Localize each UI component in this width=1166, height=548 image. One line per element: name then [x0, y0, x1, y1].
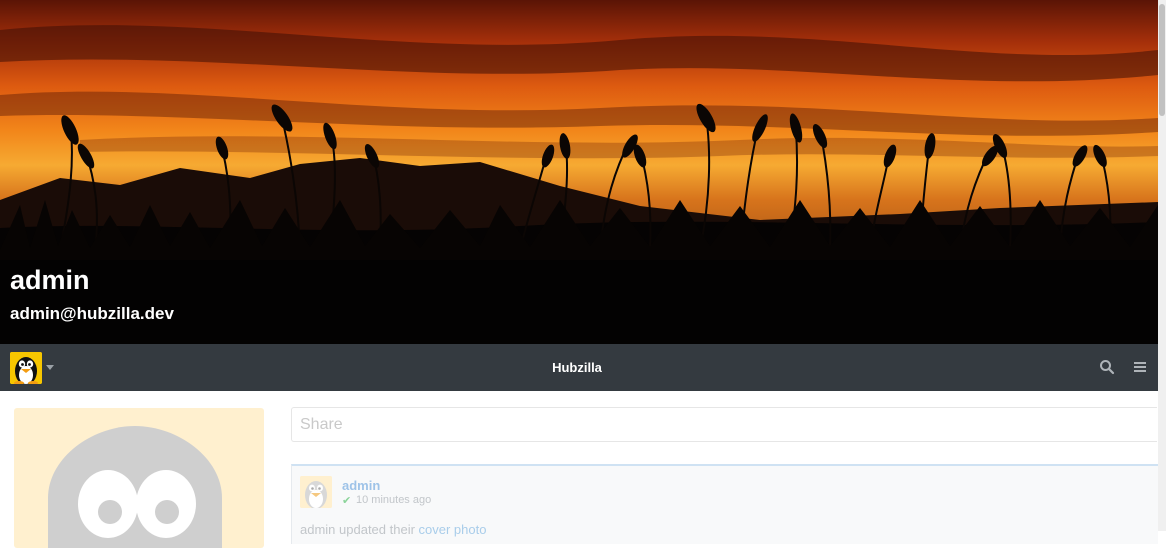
- scrollbar-thumb[interactable]: [1159, 4, 1165, 116]
- share-placeholder: Share: [300, 416, 343, 433]
- site-title[interactable]: Hubzilla: [0, 360, 1154, 375]
- hamburger-menu-icon[interactable]: [1132, 359, 1148, 375]
- sunset-landscape-image: [0, 0, 1158, 344]
- share-input[interactable]: Share: [291, 407, 1157, 442]
- post-body-text: admin updated their: [300, 522, 419, 537]
- profile-photo-card[interactable]: [14, 408, 264, 548]
- author-avatar-icon[interactable]: [300, 476, 332, 508]
- profile-address: admin@hubzilla.dev: [10, 304, 174, 323]
- cover-photo-link[interactable]: cover photo: [419, 522, 487, 537]
- activity-post: admin ✔ 10 minutes ago admin updated the…: [291, 464, 1158, 544]
- search-icon[interactable]: [1099, 359, 1115, 375]
- page-scrollbar[interactable]: [1158, 0, 1166, 531]
- top-navbar: Hubzilla: [0, 344, 1158, 391]
- profile-name: admin: [10, 265, 90, 295]
- post-body: admin updated their cover photo: [300, 522, 486, 537]
- post-timestamp: 10 minutes ago: [356, 494, 432, 506]
- check-icon: ✔: [342, 495, 352, 507]
- cover-photo: admin admin@hubzilla.dev: [0, 0, 1158, 344]
- post-author-link[interactable]: admin: [342, 478, 380, 493]
- default-avatar-icon: [48, 426, 222, 548]
